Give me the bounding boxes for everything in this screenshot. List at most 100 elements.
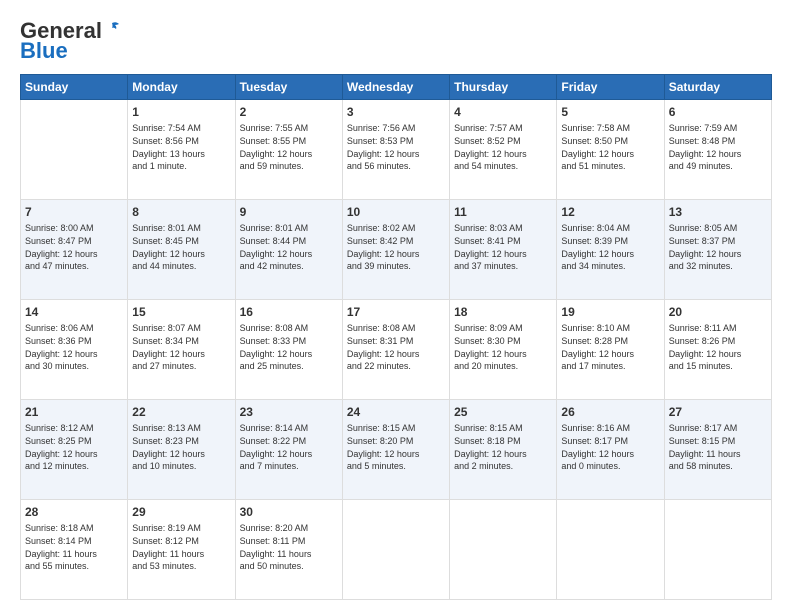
calendar-cell: 28Sunrise: 8:18 AMSunset: 8:14 PMDayligh…: [21, 500, 128, 600]
day-number: 12: [561, 204, 659, 221]
day-info: Sunrise: 8:09 AMSunset: 8:30 PMDaylight:…: [454, 322, 552, 372]
weekday-header-wednesday: Wednesday: [342, 75, 449, 100]
day-number: 2: [240, 104, 338, 121]
day-info: Sunrise: 8:04 AMSunset: 8:39 PMDaylight:…: [561, 222, 659, 272]
week-row-4: 21Sunrise: 8:12 AMSunset: 8:25 PMDayligh…: [21, 400, 772, 500]
day-info: Sunrise: 8:01 AMSunset: 8:45 PMDaylight:…: [132, 222, 230, 272]
day-number: 14: [25, 304, 123, 321]
calendar-cell: 2Sunrise: 7:55 AMSunset: 8:55 PMDaylight…: [235, 100, 342, 200]
calendar-cell: 20Sunrise: 8:11 AMSunset: 8:26 PMDayligh…: [664, 300, 771, 400]
day-number: 1: [132, 104, 230, 121]
calendar-cell: 14Sunrise: 8:06 AMSunset: 8:36 PMDayligh…: [21, 300, 128, 400]
day-info: Sunrise: 8:03 AMSunset: 8:41 PMDaylight:…: [454, 222, 552, 272]
day-info: Sunrise: 8:14 AMSunset: 8:22 PMDaylight:…: [240, 422, 338, 472]
day-number: 20: [669, 304, 767, 321]
calendar-cell: 29Sunrise: 8:19 AMSunset: 8:12 PMDayligh…: [128, 500, 235, 600]
calendar-cell: [450, 500, 557, 600]
calendar-cell: 13Sunrise: 8:05 AMSunset: 8:37 PMDayligh…: [664, 200, 771, 300]
calendar-cell: [21, 100, 128, 200]
calendar-cell: [664, 500, 771, 600]
day-number: 6: [669, 104, 767, 121]
day-info: Sunrise: 8:11 AMSunset: 8:26 PMDaylight:…: [669, 322, 767, 372]
day-info: Sunrise: 7:56 AMSunset: 8:53 PMDaylight:…: [347, 122, 445, 172]
header: General Blue: [20, 18, 772, 64]
day-number: 30: [240, 504, 338, 521]
day-number: 23: [240, 404, 338, 421]
calendar-cell: 3Sunrise: 7:56 AMSunset: 8:53 PMDaylight…: [342, 100, 449, 200]
day-number: 28: [25, 504, 123, 521]
calendar-cell: 6Sunrise: 7:59 AMSunset: 8:48 PMDaylight…: [664, 100, 771, 200]
day-info: Sunrise: 7:58 AMSunset: 8:50 PMDaylight:…: [561, 122, 659, 172]
weekday-header-thursday: Thursday: [450, 75, 557, 100]
weekday-header-tuesday: Tuesday: [235, 75, 342, 100]
day-info: Sunrise: 8:15 AMSunset: 8:20 PMDaylight:…: [347, 422, 445, 472]
calendar-cell: [342, 500, 449, 600]
weekday-header-monday: Monday: [128, 75, 235, 100]
day-info: Sunrise: 8:16 AMSunset: 8:17 PMDaylight:…: [561, 422, 659, 472]
calendar-cell: 11Sunrise: 8:03 AMSunset: 8:41 PMDayligh…: [450, 200, 557, 300]
day-number: 21: [25, 404, 123, 421]
day-number: 16: [240, 304, 338, 321]
day-number: 10: [347, 204, 445, 221]
day-info: Sunrise: 8:00 AMSunset: 8:47 PMDaylight:…: [25, 222, 123, 272]
day-number: 18: [454, 304, 552, 321]
calendar-cell: [557, 500, 664, 600]
day-info: Sunrise: 8:01 AMSunset: 8:44 PMDaylight:…: [240, 222, 338, 272]
week-row-2: 7Sunrise: 8:00 AMSunset: 8:47 PMDaylight…: [21, 200, 772, 300]
calendar-cell: 9Sunrise: 8:01 AMSunset: 8:44 PMDaylight…: [235, 200, 342, 300]
day-number: 15: [132, 304, 230, 321]
day-info: Sunrise: 8:06 AMSunset: 8:36 PMDaylight:…: [25, 322, 123, 372]
calendar-cell: 12Sunrise: 8:04 AMSunset: 8:39 PMDayligh…: [557, 200, 664, 300]
logo-blue: Blue: [20, 38, 68, 64]
day-number: 22: [132, 404, 230, 421]
day-number: 24: [347, 404, 445, 421]
day-info: Sunrise: 7:59 AMSunset: 8:48 PMDaylight:…: [669, 122, 767, 172]
day-number: 13: [669, 204, 767, 221]
calendar-cell: 21Sunrise: 8:12 AMSunset: 8:25 PMDayligh…: [21, 400, 128, 500]
calendar-cell: 1Sunrise: 7:54 AMSunset: 8:56 PMDaylight…: [128, 100, 235, 200]
day-info: Sunrise: 8:12 AMSunset: 8:25 PMDaylight:…: [25, 422, 123, 472]
day-info: Sunrise: 8:02 AMSunset: 8:42 PMDaylight:…: [347, 222, 445, 272]
calendar-cell: 7Sunrise: 8:00 AMSunset: 8:47 PMDaylight…: [21, 200, 128, 300]
calendar-cell: 8Sunrise: 8:01 AMSunset: 8:45 PMDaylight…: [128, 200, 235, 300]
day-info: Sunrise: 7:57 AMSunset: 8:52 PMDaylight:…: [454, 122, 552, 172]
day-number: 25: [454, 404, 552, 421]
calendar-cell: 19Sunrise: 8:10 AMSunset: 8:28 PMDayligh…: [557, 300, 664, 400]
calendar-cell: 22Sunrise: 8:13 AMSunset: 8:23 PMDayligh…: [128, 400, 235, 500]
day-info: Sunrise: 8:20 AMSunset: 8:11 PMDaylight:…: [240, 522, 338, 572]
weekday-header-saturday: Saturday: [664, 75, 771, 100]
day-number: 11: [454, 204, 552, 221]
day-info: Sunrise: 8:08 AMSunset: 8:31 PMDaylight:…: [347, 322, 445, 372]
day-info: Sunrise: 8:10 AMSunset: 8:28 PMDaylight:…: [561, 322, 659, 372]
logo-bird-icon: [103, 20, 121, 38]
week-row-1: 1Sunrise: 7:54 AMSunset: 8:56 PMDaylight…: [21, 100, 772, 200]
calendar-cell: 15Sunrise: 8:07 AMSunset: 8:34 PMDayligh…: [128, 300, 235, 400]
day-number: 27: [669, 404, 767, 421]
day-info: Sunrise: 7:54 AMSunset: 8:56 PMDaylight:…: [132, 122, 230, 172]
day-info: Sunrise: 8:15 AMSunset: 8:18 PMDaylight:…: [454, 422, 552, 472]
calendar-cell: 10Sunrise: 8:02 AMSunset: 8:42 PMDayligh…: [342, 200, 449, 300]
calendar-cell: 16Sunrise: 8:08 AMSunset: 8:33 PMDayligh…: [235, 300, 342, 400]
logo: General Blue: [20, 18, 121, 64]
calendar-cell: 27Sunrise: 8:17 AMSunset: 8:15 PMDayligh…: [664, 400, 771, 500]
calendar-cell: 18Sunrise: 8:09 AMSunset: 8:30 PMDayligh…: [450, 300, 557, 400]
calendar-table: SundayMondayTuesdayWednesdayThursdayFrid…: [20, 74, 772, 600]
weekday-header-sunday: Sunday: [21, 75, 128, 100]
day-number: 19: [561, 304, 659, 321]
day-info: Sunrise: 8:08 AMSunset: 8:33 PMDaylight:…: [240, 322, 338, 372]
calendar-cell: 17Sunrise: 8:08 AMSunset: 8:31 PMDayligh…: [342, 300, 449, 400]
day-number: 5: [561, 104, 659, 121]
day-number: 17: [347, 304, 445, 321]
calendar-cell: 23Sunrise: 8:14 AMSunset: 8:22 PMDayligh…: [235, 400, 342, 500]
calendar-cell: 4Sunrise: 7:57 AMSunset: 8:52 PMDaylight…: [450, 100, 557, 200]
day-number: 26: [561, 404, 659, 421]
week-row-3: 14Sunrise: 8:06 AMSunset: 8:36 PMDayligh…: [21, 300, 772, 400]
day-number: 7: [25, 204, 123, 221]
day-number: 8: [132, 204, 230, 221]
day-info: Sunrise: 8:18 AMSunset: 8:14 PMDaylight:…: [25, 522, 123, 572]
day-info: Sunrise: 8:13 AMSunset: 8:23 PMDaylight:…: [132, 422, 230, 472]
day-number: 4: [454, 104, 552, 121]
calendar-cell: 25Sunrise: 8:15 AMSunset: 8:18 PMDayligh…: [450, 400, 557, 500]
calendar-cell: 30Sunrise: 8:20 AMSunset: 8:11 PMDayligh…: [235, 500, 342, 600]
day-info: Sunrise: 8:07 AMSunset: 8:34 PMDaylight:…: [132, 322, 230, 372]
